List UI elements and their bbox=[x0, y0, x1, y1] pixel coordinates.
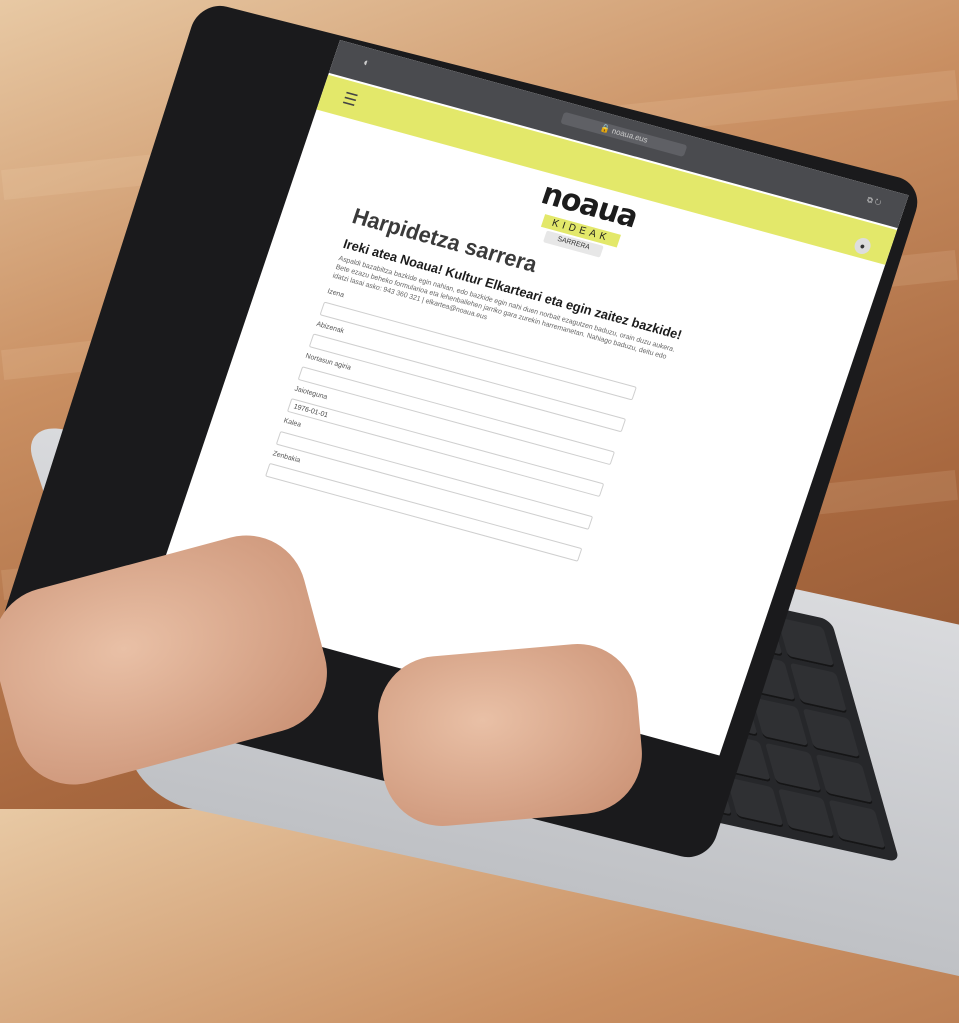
theme-toggle-icon[interactable]: ◐ bbox=[362, 56, 372, 69]
right-hand bbox=[373, 638, 647, 832]
subscription-form: Harpidetza sarrera Ireki atea Noaua! Kul… bbox=[265, 203, 699, 570]
browser-actions-icon[interactable]: ⧉ ↻ bbox=[866, 195, 883, 208]
